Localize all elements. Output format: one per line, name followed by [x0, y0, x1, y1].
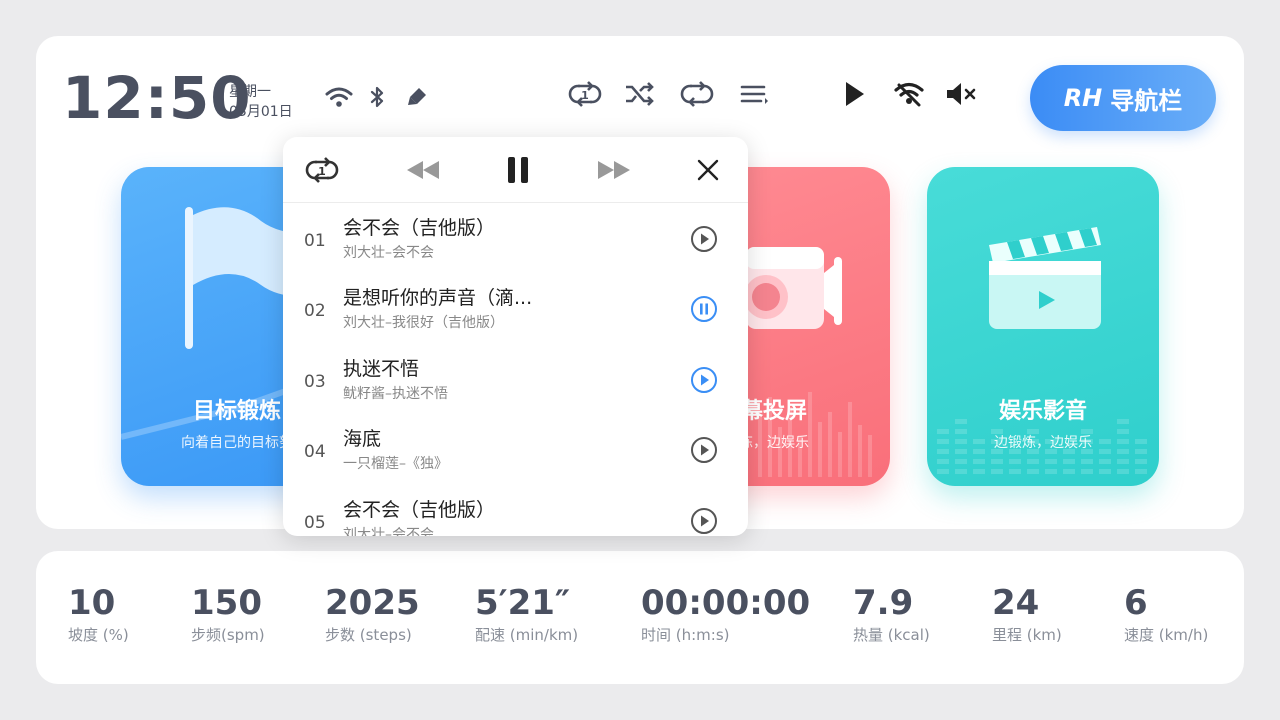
play-icon[interactable]	[836, 76, 872, 112]
close-icon[interactable]	[690, 152, 726, 188]
nav-label: 导航栏	[1110, 86, 1183, 115]
stat-speed: 6 速度 (km/h)	[1124, 582, 1208, 645]
track-item[interactable]: 02 是想听你的声音（滴... 刘大壮–我很好（吉他版）	[283, 274, 748, 344]
repeat-one-icon[interactable]: 1	[567, 76, 603, 112]
stat-label: 步数 (steps)	[325, 626, 412, 644]
stat-label: 里程 (km)	[992, 626, 1062, 644]
nav-prefix: RH	[1063, 84, 1103, 112]
track-title: 海底	[343, 428, 382, 450]
stat-time: 00:00:00 时间 (h:m:s)	[641, 582, 810, 645]
stat-label: 速度 (km/h)	[1124, 626, 1209, 644]
track-title: 执迷不悟	[343, 358, 420, 380]
stat-incline: 10 坡度 (%)	[68, 582, 129, 645]
stat-steps: 2025 步数 (steps)	[325, 582, 420, 645]
track-title: 是想听你的声音（滴...	[343, 287, 533, 309]
stat-label: 步频(spm)	[191, 626, 265, 644]
date-block: 星期一 03月01日	[229, 82, 293, 122]
stat-label: 时间 (h:m:s)	[641, 626, 730, 644]
stat-value: 2025	[325, 583, 420, 623]
stat-value: 150	[191, 583, 262, 623]
track-artist: 刘大壮–会不会	[343, 245, 434, 261]
track-title: 会不会（吉他版）	[343, 499, 496, 521]
stat-label: 热量 (kcal)	[853, 626, 930, 644]
svg-text:1: 1	[318, 165, 326, 178]
rewind-icon[interactable]	[405, 152, 441, 188]
clock: 12:50	[62, 64, 252, 132]
stat-label: 坡度 (%)	[68, 626, 129, 644]
stat-calories: 7.9 热量 (kcal)	[853, 582, 930, 645]
card-subtitle: 边锻炼，边娱乐	[994, 435, 1092, 451]
nav-bar-button[interactable]: RH 导航栏	[1030, 65, 1216, 131]
stat-value: 24	[992, 583, 1040, 623]
track-item[interactable]: 03 执迷不悟 鱿籽酱–执迷不悟	[283, 345, 748, 415]
date: 03月01日	[229, 104, 293, 120]
play-icon[interactable]	[687, 222, 721, 256]
track-item[interactable]: 01 会不会（吉他版） 刘大壮–会不会	[283, 204, 748, 274]
track-item[interactable]: 04 海底 一只榴莲–《独》	[283, 415, 748, 485]
wifi-icon	[324, 82, 354, 112]
stat-pace: 5′21″ 配速 (min/km)	[475, 582, 578, 645]
mute-icon[interactable]	[943, 76, 979, 112]
pause-icon[interactable]	[687, 292, 721, 326]
track-number: 04	[304, 442, 326, 462]
shuffle-icon[interactable]	[622, 76, 658, 112]
fast-forward-icon[interactable]	[596, 152, 632, 188]
repeat-icon[interactable]	[679, 76, 715, 112]
music-popup: 1 01 会不会（吉他版） 刘大壮–会不会 02 是想听你的声音（滴... 刘大…	[283, 137, 748, 536]
track-item[interactable]: 05 会不会（吉他版） 刘大壮–会不会	[283, 486, 748, 536]
repeat-one-icon[interactable]: 1	[304, 152, 340, 188]
svg-text:1: 1	[581, 89, 589, 102]
pause-icon[interactable]	[500, 152, 536, 188]
track-artist: 刘大壮–我很好（吉他版）	[343, 315, 504, 331]
track-artist: 刘大壮–会不会	[343, 527, 434, 536]
stat-value: 10	[68, 583, 116, 623]
stat-label: 配速 (min/km)	[475, 626, 579, 644]
play-icon[interactable]	[687, 504, 721, 536]
stat-distance: 24 里程 (km)	[992, 582, 1062, 645]
stat-value: 5′21″	[475, 583, 571, 623]
track-artist: 鱿籽酱–执迷不悟	[343, 386, 448, 402]
card-entertainment[interactable]: 娱乐影音 边锻炼，边娱乐	[927, 167, 1159, 486]
track-number: 02	[304, 301, 326, 321]
stat-cadence: 150 步频(spm)	[191, 582, 265, 645]
track-number: 01	[304, 231, 326, 251]
weekday: 星期一	[229, 84, 271, 100]
bluetooth-icon	[362, 82, 392, 112]
music-toolbar: 1	[283, 137, 748, 203]
wifi-off-icon[interactable]	[891, 76, 927, 112]
brush-icon	[402, 82, 432, 112]
stat-value: 6	[1124, 583, 1148, 623]
stat-value: 00:00:00	[641, 583, 811, 623]
playlist-icon[interactable]	[736, 76, 772, 112]
track-artist: 一只榴莲–《独》	[343, 456, 448, 472]
playlist: 01 会不会（吉他版） 刘大壮–会不会 02 是想听你的声音（滴... 刘大壮–…	[283, 204, 748, 536]
track-number: 05	[304, 513, 326, 533]
track-title: 会不会（吉他版）	[343, 217, 496, 239]
play-icon[interactable]	[687, 363, 721, 397]
card-title: 娱乐影音	[998, 399, 1087, 424]
stat-value: 7.9	[853, 583, 914, 623]
play-icon[interactable]	[687, 433, 721, 467]
track-number: 03	[304, 372, 326, 392]
